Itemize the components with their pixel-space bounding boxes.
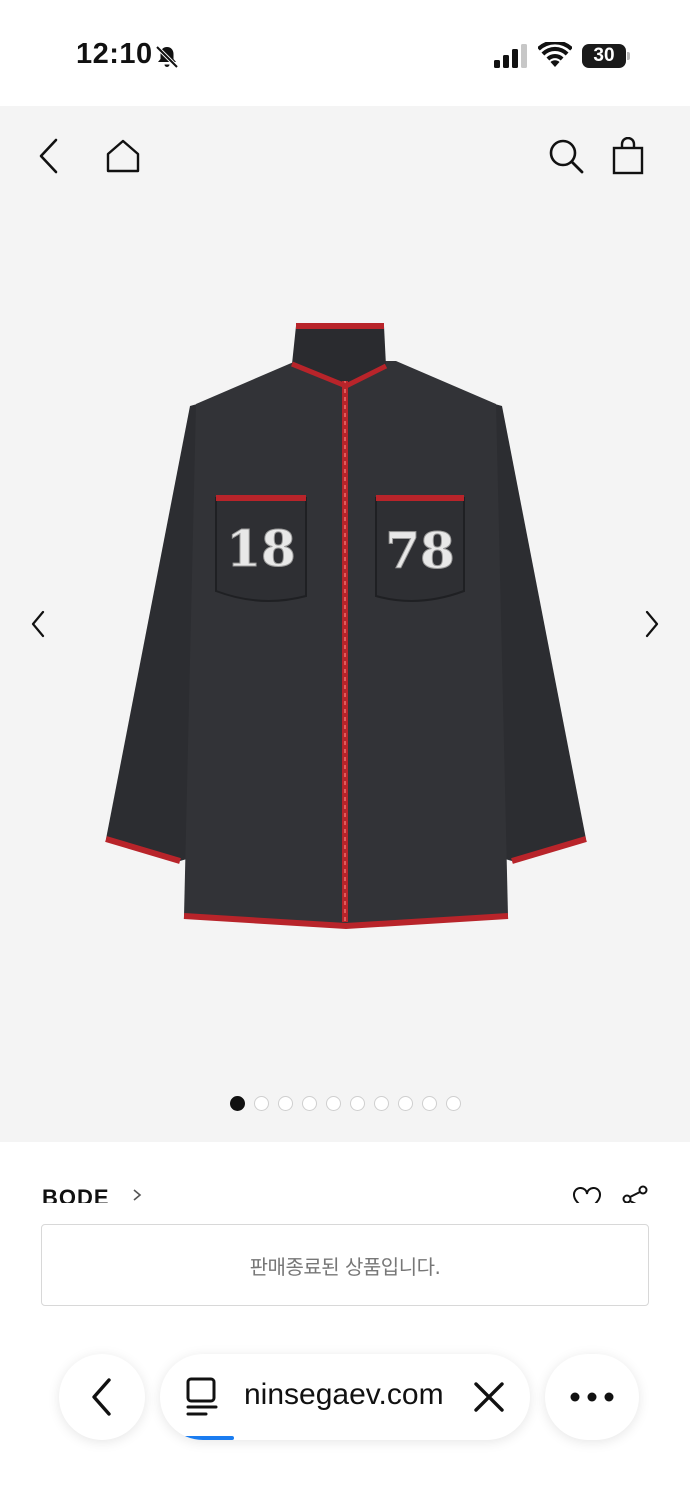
share-icon[interactable] bbox=[621, 1185, 649, 1203]
search-button[interactable] bbox=[544, 134, 588, 178]
pagination-dot[interactable] bbox=[325, 1096, 341, 1111]
status-time: 12:10 bbox=[76, 38, 153, 70]
close-icon[interactable] bbox=[472, 1380, 506, 1414]
url-text: ninsegaev.com bbox=[244, 1378, 444, 1411]
pagination-dot[interactable] bbox=[229, 1096, 245, 1111]
home-button[interactable] bbox=[101, 134, 145, 178]
sold-out-label: 판매종료된 상품입니다. bbox=[249, 1254, 441, 1279]
chevron-left-icon bbox=[92, 1378, 111, 1416]
back-button[interactable] bbox=[28, 134, 72, 178]
pocket-number-right: 78 bbox=[385, 521, 455, 580]
shopping-bag-icon bbox=[612, 137, 644, 175]
bell-off-icon bbox=[155, 45, 179, 69]
image-pagination[interactable] bbox=[0, 1096, 690, 1112]
heart-icon[interactable] bbox=[572, 1187, 602, 1203]
page-load-progress bbox=[180, 1436, 234, 1440]
home-icon bbox=[106, 139, 140, 173]
brand-link[interactable]: BODE bbox=[42, 1185, 110, 1203]
pocket-number-left: 18 bbox=[226, 519, 296, 578]
pagination-dot[interactable] bbox=[445, 1096, 461, 1111]
pagination-dot[interactable] bbox=[301, 1096, 317, 1111]
product-image[interactable]: 18 78 bbox=[96, 316, 596, 932]
browser-more-button[interactable] bbox=[545, 1354, 639, 1440]
battery-indicator: 30 bbox=[582, 44, 630, 68]
pagination-dot[interactable] bbox=[421, 1096, 437, 1111]
browser-back-button[interactable] bbox=[59, 1354, 145, 1440]
product-gallery[interactable]: 18 78 bbox=[0, 106, 690, 1142]
sold-out-button: 판매종료된 상품입니다. bbox=[41, 1224, 649, 1306]
pagination-dot[interactable] bbox=[397, 1096, 413, 1111]
status-bar: 12:10 30 bbox=[0, 0, 690, 106]
more-icon bbox=[570, 1392, 614, 1402]
pagination-dot[interactable] bbox=[349, 1096, 365, 1111]
next-image-button[interactable] bbox=[636, 604, 666, 644]
prev-image-button[interactable] bbox=[24, 604, 54, 644]
browser-toolbar: ninsegaev.com bbox=[0, 1330, 690, 1500]
chevron-left-icon bbox=[39, 138, 58, 174]
signal-icon bbox=[494, 44, 527, 68]
brand-row: BODE bbox=[0, 1185, 690, 1203]
wifi-icon bbox=[538, 42, 572, 67]
pagination-dot[interactable] bbox=[277, 1096, 293, 1111]
pagination-dot[interactable] bbox=[373, 1096, 389, 1111]
pagination-dot[interactable] bbox=[253, 1096, 269, 1111]
address-bar[interactable]: ninsegaev.com bbox=[160, 1354, 530, 1440]
cart-button[interactable] bbox=[606, 134, 650, 178]
search-icon bbox=[549, 139, 584, 174]
battery-level: 30 bbox=[593, 45, 615, 66]
chevron-right-icon bbox=[133, 1189, 142, 1201]
reader-mode-icon[interactable] bbox=[184, 1376, 220, 1416]
